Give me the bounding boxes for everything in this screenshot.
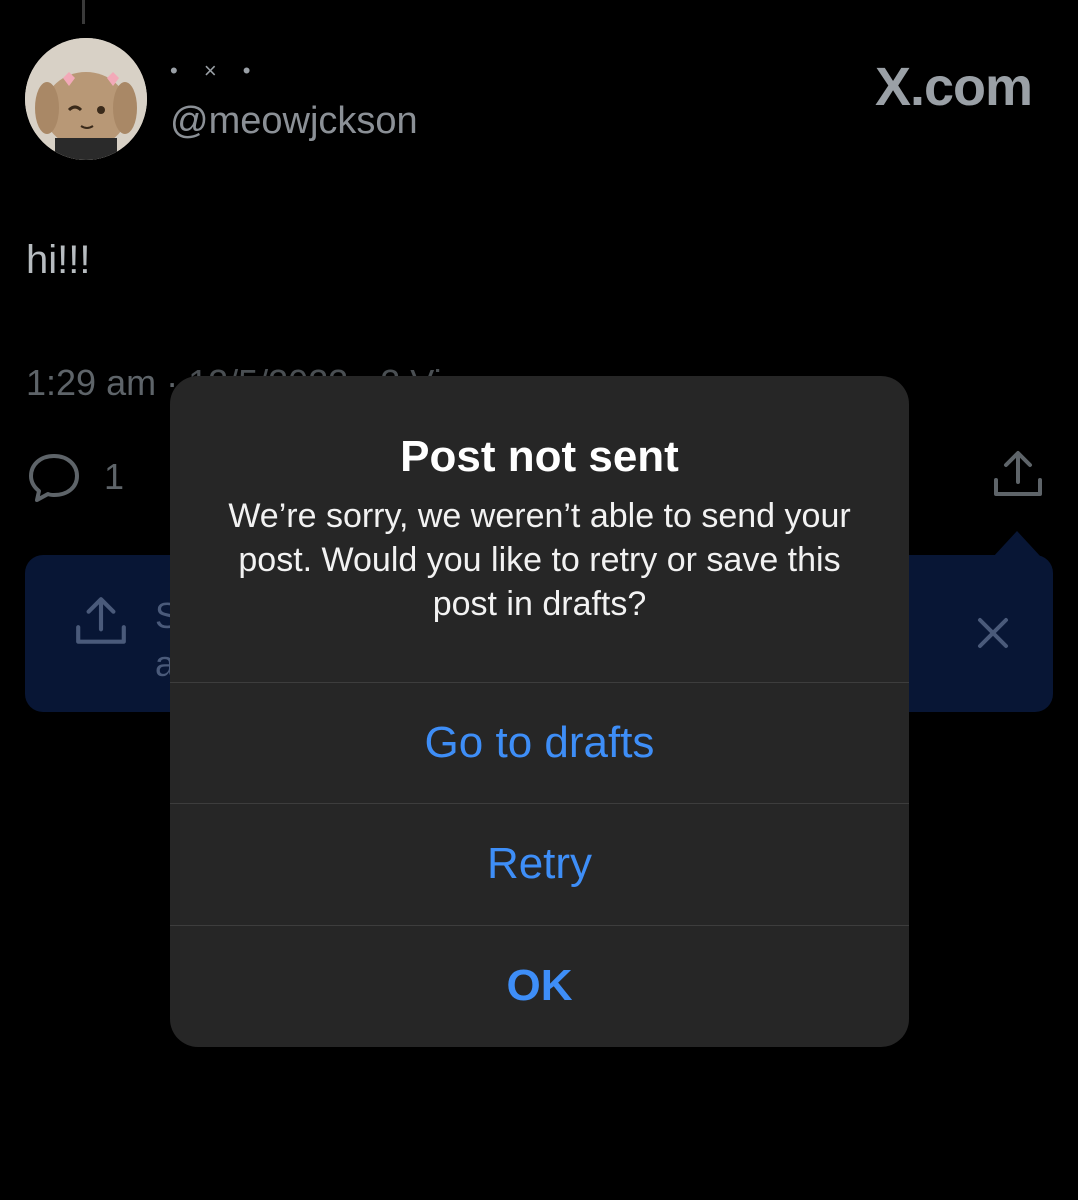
avatar[interactable]: [25, 38, 147, 160]
reply-count: 1: [104, 456, 125, 497]
go-to-drafts-button[interactable]: Go to drafts: [170, 682, 909, 803]
retry-button[interactable]: Retry: [170, 803, 909, 924]
close-icon[interactable]: [972, 612, 1014, 654]
post-time: 1:29 am: [26, 362, 157, 403]
reply-bubble-icon[interactable]: [26, 448, 82, 504]
display-name[interactable]: • × •: [170, 58, 260, 84]
alert-dialog: Post not sent We’re sorry, we weren’t ab…: [170, 376, 909, 1047]
post-text: hi!!!: [26, 238, 91, 282]
ok-button[interactable]: OK: [170, 925, 909, 1046]
alert-message: We’re sorry, we weren’t able to send you…: [228, 497, 851, 623]
avatar-image: [25, 38, 147, 160]
alert-title: Post not sent: [400, 432, 679, 481]
banner-share-icon: [76, 597, 126, 644]
share-upload-icon[interactable]: [990, 446, 1046, 502]
user-handle[interactable]: @meowjckson: [170, 100, 418, 143]
brand-watermark: X.com: [874, 57, 1033, 117]
banner-pointer: [993, 531, 1041, 557]
thread-connector-line: [82, 0, 85, 24]
